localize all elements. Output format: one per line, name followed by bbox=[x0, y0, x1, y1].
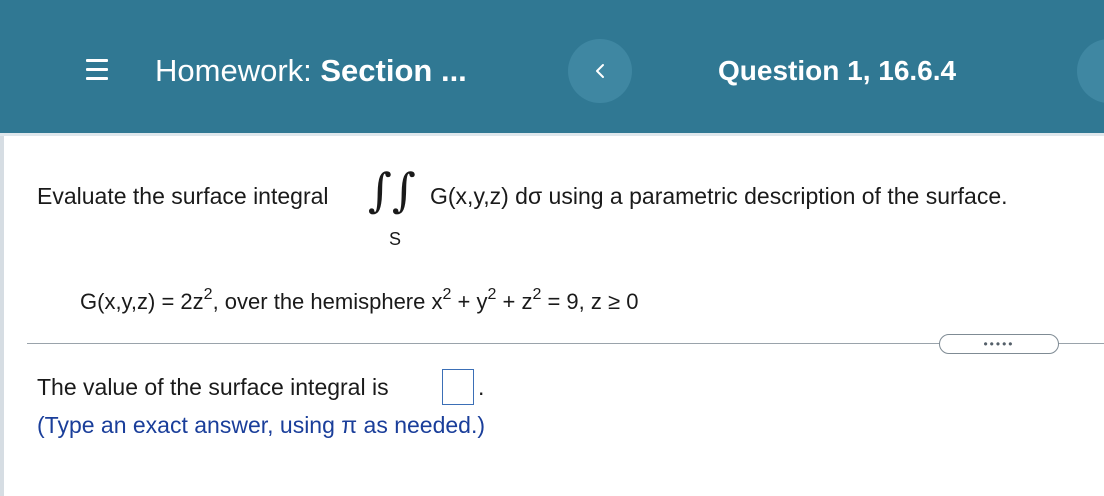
given-part-4: + z bbox=[496, 289, 533, 314]
given-function-statement: G(x,y,z) = 2z2, over the hemisphere x2 +… bbox=[80, 282, 638, 322]
instruction-start: Evaluate the surface integral bbox=[37, 183, 329, 209]
header-bar: Homework: Section ... Question 1, 16.6.4 bbox=[0, 0, 1104, 133]
double-integral-symbol: ∫∫ bbox=[368, 163, 416, 217]
header-divider bbox=[0, 133, 1104, 136]
given-part-2: , over the hemisphere x bbox=[212, 289, 443, 314]
given-part-1: G(x,y,z) = 2z bbox=[80, 289, 204, 314]
answer-prompt: The value of the surface integral is bbox=[37, 374, 389, 400]
answer-input[interactable] bbox=[442, 369, 474, 405]
homework-title-section: Section ... bbox=[320, 53, 467, 88]
homework-title[interactable]: Homework: Section ... bbox=[155, 52, 467, 90]
homework-title-prefix: Homework: bbox=[155, 53, 321, 88]
question-label: Question 1, 16.6.4 bbox=[718, 55, 957, 86]
next-question-button[interactable] bbox=[1077, 39, 1104, 103]
answer-period: . bbox=[478, 374, 485, 400]
chevron-left-icon bbox=[596, 64, 604, 78]
given-part-3: + y bbox=[451, 289, 488, 314]
hamburger-menu-icon[interactable] bbox=[86, 58, 108, 82]
previous-question-button[interactable] bbox=[568, 39, 632, 103]
expand-more-button[interactable]: ••••• bbox=[939, 334, 1059, 354]
instruction-end: G(x,y,z) dσ using a parametric descripti… bbox=[430, 183, 1008, 209]
answer-hint: (Type an exact answer, using π as needed… bbox=[37, 412, 486, 438]
given-exponent-1: 2 bbox=[203, 286, 213, 303]
given-part-5: = 9, z ≥ 0 bbox=[541, 289, 639, 314]
integral-subscript: S bbox=[389, 229, 402, 249]
